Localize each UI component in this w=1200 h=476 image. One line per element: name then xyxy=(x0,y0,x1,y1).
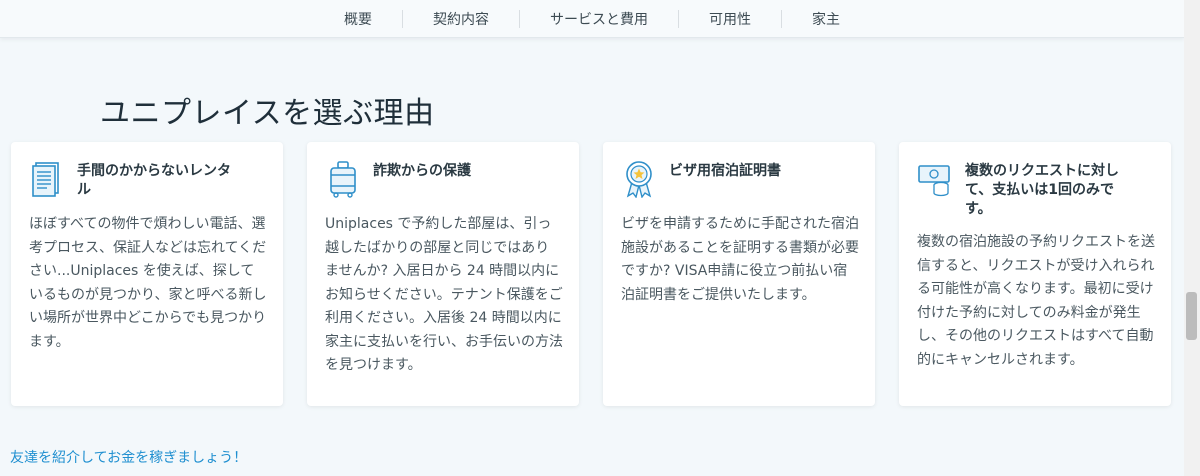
money-icon xyxy=(917,160,953,198)
card-title: 詐欺からの保護 xyxy=(373,163,471,179)
feature-card-hassle-free: 手間のかからないレンタル ほぼすべての物件で煩わしい電話、選考プロセス、保証人な… xyxy=(11,142,283,406)
scrollbar-thumb[interactable] xyxy=(1186,292,1197,340)
card-body: ビザを申請するために手配された宿泊施設があることを証明する書類が必要ですか? V… xyxy=(621,216,859,303)
feature-card-single-payment: 複数のリクエストに対して、支払いは1回のみです。 複数の宿泊施設の予約リクエスト… xyxy=(899,142,1171,406)
section-title: ユニプレイスを選ぶ理由 xyxy=(100,96,435,131)
feature-card-fraud-protection: 詐欺からの保護 Uniplaces で予約した部屋は、引っ越したばかりの部屋と同… xyxy=(307,142,579,406)
card-body: ほぼすべての物件で煩わしい電話、選考プロセス、保証人などは忘れてください...U… xyxy=(29,216,267,350)
scrollbar-track[interactable] xyxy=(1184,0,1200,476)
award-badge-icon xyxy=(621,160,657,199)
luggage-icon xyxy=(325,160,361,198)
card-body: Uniplaces で予約した部屋は、引っ越したばかりの部屋と同じではありません… xyxy=(325,216,563,373)
feature-card-visa-certificate: ビザ用宿泊証明書 ビザを申請するために手配された宿泊施設があることを証明する書類… xyxy=(603,142,875,406)
card-title: 手間のかからないレンタル xyxy=(77,163,231,198)
nav-availability[interactable]: 可用性 xyxy=(679,9,781,29)
card-body: 複数の宿泊施設の予約リクエストを送信すると、リクエストが受け入れられる可能性が高… xyxy=(917,234,1155,368)
referral-link[interactable]: 友達を紹介してお金を稼ぎましょう！ xyxy=(10,447,247,467)
document-icon xyxy=(29,160,65,198)
card-title: ビザ用宿泊証明書 xyxy=(669,163,781,179)
nav-landlord[interactable]: 家主 xyxy=(782,9,870,29)
nav-services-fees[interactable]: サービスと費用 xyxy=(520,9,678,29)
nav-contract[interactable]: 契約内容 xyxy=(403,9,519,29)
card-title: 複数のリクエストに対して、支払いは1回のみです。 xyxy=(965,163,1119,217)
nav-overview[interactable]: 概要 xyxy=(314,9,402,29)
section-nav: 概要 契約内容 サービスと費用 可用性 家主 xyxy=(0,0,1184,38)
